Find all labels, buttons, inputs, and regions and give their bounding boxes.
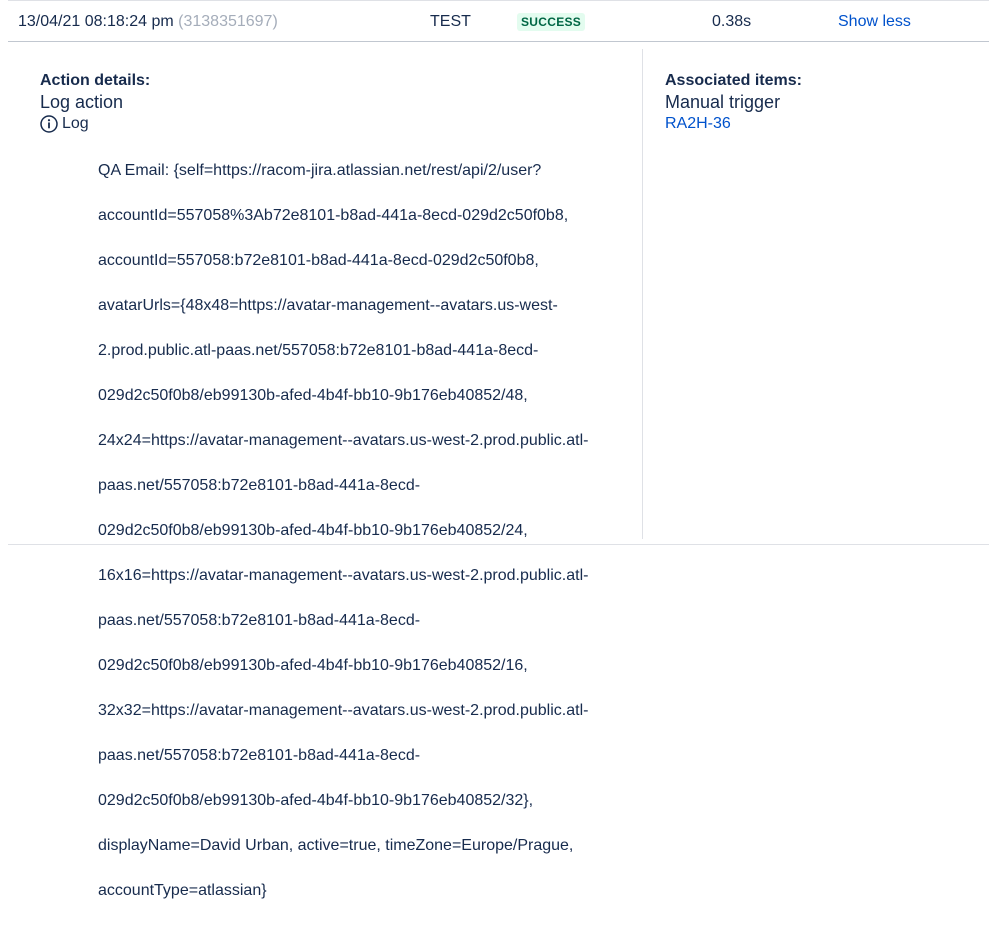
log-line: QA Email: {self=https://racom-jira.atlas… — [98, 161, 542, 179]
associated-items-heading: Associated items: — [665, 72, 802, 89]
log-message: QA Email: {self=https://racom-jira.atlas… — [98, 137, 626, 925]
log-line: 029d2c50f0b8/eb99130b-afed-4b4f-bb10-9b1… — [98, 386, 528, 404]
issue-link[interactable]: RA2H-36 — [665, 115, 731, 132]
bottom-divider — [8, 544, 989, 545]
log-line: 029d2c50f0b8/eb99130b-afed-4b4f-bb10-9b1… — [98, 791, 534, 809]
action-details-heading: Action details: — [40, 72, 151, 89]
log-line: 029d2c50f0b8/eb99130b-afed-4b4f-bb10-9b1… — [98, 521, 528, 539]
log-label: Log — [62, 115, 89, 132]
associated-items-section: Associated items: Manual trigger RA2H-36 — [665, 71, 985, 135]
log-line: accountType=atlassian} — [98, 881, 267, 899]
log-line: 029d2c50f0b8/eb99130b-afed-4b4f-bb10-9b1… — [98, 656, 528, 674]
log-line: 2.prod.public.atl-paas.net/557058:b72e81… — [98, 341, 539, 359]
rule-type: TEST — [430, 13, 471, 30]
log-line: 32x32=https://avatar-management--avatars… — [98, 701, 589, 719]
log-line: accountId=557058:b72e8101-b8ad-441a-8ecd… — [98, 251, 539, 269]
execution-id: (3138351697) — [178, 13, 278, 30]
status-badge: SUCCESS — [517, 13, 586, 31]
log-line: accountId=557058%3Ab72e8101-b8ad-441a-8e… — [98, 206, 569, 224]
timestamp-text: 13/04/21 08:18:24 pm — [18, 13, 174, 30]
log-line: paas.net/557058:b72e8101-b8ad-441a-8ecd- — [98, 611, 421, 629]
info-circle-icon — [40, 115, 58, 133]
action-title: Log action — [40, 92, 124, 112]
execution-details-panel: Action details: Log action Log QA Email:… — [8, 49, 989, 899]
log-line: displayName=David Urban, active=true, ti… — [98, 836, 574, 854]
log-label-row: Log — [40, 113, 630, 135]
audit-log-row[interactable]: 13/04/21 08:18:24 pm (3138351697) TEST S… — [8, 1, 989, 42]
column-divider — [642, 49, 643, 539]
execution-duration: 0.38s — [712, 13, 752, 30]
log-line: 16x16=https://avatar-management--avatars… — [98, 566, 589, 584]
action-details-section: Action details: Log action Log QA Email:… — [40, 71, 630, 925]
log-line: 24x24=https://avatar-management--avatars… — [98, 431, 589, 449]
log-line: avatarUrls={48x48=https://avatar-managem… — [98, 296, 558, 314]
execution-timestamp: 13/04/21 08:18:24 pm (3138351697) — [18, 12, 278, 32]
log-line: paas.net/557058:b72e8101-b8ad-441a-8ecd- — [98, 746, 421, 764]
trigger-title: Manual trigger — [665, 92, 781, 112]
show-less-link[interactable]: Show less — [838, 12, 911, 32]
log-line: paas.net/557058:b72e8101-b8ad-441a-8ecd- — [98, 476, 421, 494]
